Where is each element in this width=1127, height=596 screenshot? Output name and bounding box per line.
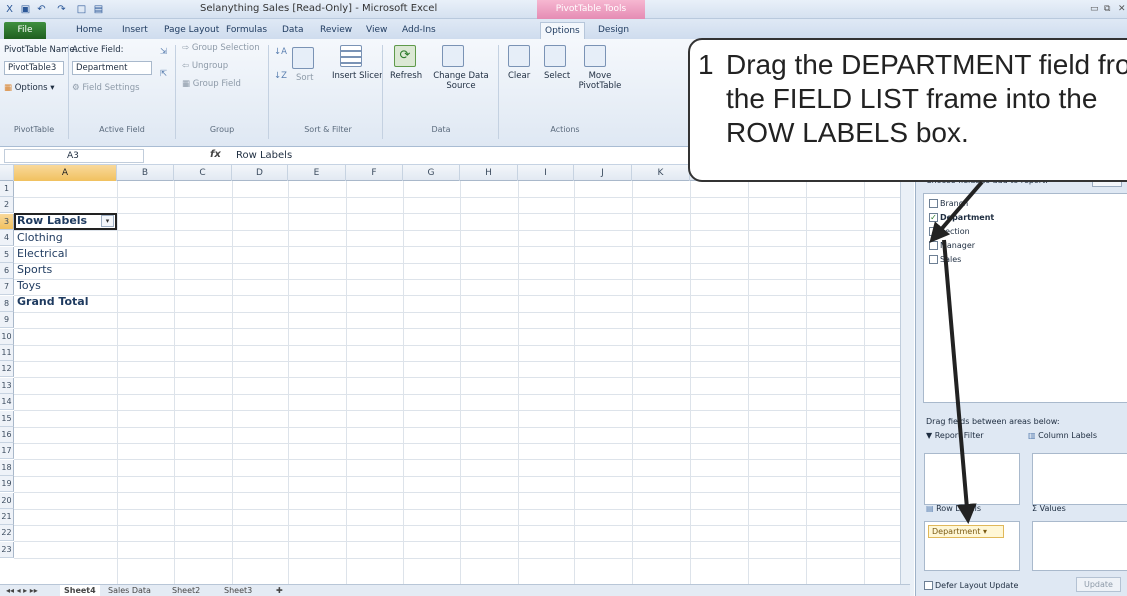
drag-path-arrow	[942, 239, 977, 524]
instruction-arrows	[929, 180, 984, 524]
callout-pointer-arrow	[929, 180, 984, 244]
